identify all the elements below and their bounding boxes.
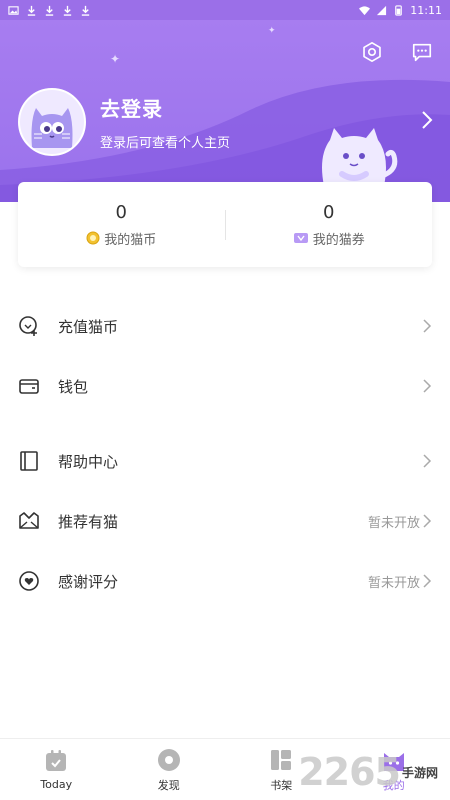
sparkle-decoration: ✦ bbox=[268, 26, 276, 36]
menu-status: 暂未开放 bbox=[367, 515, 420, 531]
ticket-icon bbox=[293, 233, 308, 243]
status-time: 11:11 bbox=[410, 3, 442, 17]
chevron-right-icon bbox=[423, 574, 432, 588]
avatar bbox=[18, 88, 86, 156]
help-book-icon bbox=[18, 450, 40, 472]
status-bar: 11:11 bbox=[0, 0, 450, 20]
my-tickets[interactable]: 0 我的猫券 bbox=[226, 202, 433, 248]
message-icon bbox=[412, 43, 432, 62]
bottom-nav: Today 发现 书架 我的 bbox=[0, 738, 450, 800]
menu-label: 推荐有猫 bbox=[58, 512, 119, 531]
battery-icon bbox=[395, 4, 403, 16]
chevron-right-icon bbox=[423, 379, 432, 393]
recommend-icon bbox=[18, 510, 40, 532]
tickets-label-row: 我的猫券 bbox=[293, 229, 365, 248]
menu-item-recharge[interactable]: 充值猫币 bbox=[0, 296, 450, 356]
chevron-right-icon bbox=[423, 514, 432, 528]
bookshelf-icon bbox=[268, 747, 294, 773]
wallet-icon bbox=[18, 375, 40, 397]
rating-icon bbox=[18, 570, 40, 592]
login-text: 去登录 登录后可查看个人主页 bbox=[100, 93, 230, 151]
image-icon bbox=[8, 5, 19, 15]
login-title: 去登录 bbox=[100, 97, 163, 121]
nav-tab-discover[interactable]: 发现 bbox=[113, 739, 226, 800]
coin-icon bbox=[86, 231, 100, 245]
menu-item-rating[interactable]: 感谢评分 暂未开放 bbox=[0, 551, 450, 611]
menu-item-help[interactable]: 帮助中心 bbox=[0, 431, 450, 491]
recharge-icon bbox=[18, 315, 40, 337]
chevron-right-icon bbox=[423, 319, 432, 333]
login-arrow-button[interactable] bbox=[420, 110, 434, 134]
settings-button[interactable] bbox=[360, 40, 384, 64]
profile-header: ✦ ✦ 去登录 登录后可查看个人主页 bbox=[0, 20, 450, 202]
menu-group-support: 帮助中心 推荐有猫 暂未开放 感谢评分 暂未开放 bbox=[0, 431, 450, 611]
my-coins[interactable]: 0 我的猫币 bbox=[18, 202, 225, 248]
menu-label: 钱包 bbox=[58, 377, 89, 396]
coins-label-row: 我的猫币 bbox=[86, 229, 156, 248]
calendar-icon bbox=[43, 748, 69, 774]
nav-tab-today[interactable]: Today bbox=[0, 739, 113, 800]
cat-profile-icon bbox=[381, 747, 407, 773]
assets-card: 0 我的猫币 0 我的猫券 bbox=[18, 182, 432, 267]
message-button[interactable] bbox=[410, 40, 434, 64]
menu-item-recommend[interactable]: 推荐有猫 暂未开放 bbox=[0, 491, 450, 551]
status-notifications bbox=[8, 5, 91, 16]
chevron-right-icon bbox=[423, 454, 432, 468]
nav-label: 我的 bbox=[382, 778, 405, 792]
sparkle-decoration: ✦ bbox=[110, 52, 121, 66]
wifi-icon bbox=[359, 5, 371, 15]
coins-label: 我的猫币 bbox=[104, 232, 157, 248]
nav-tab-mine[interactable]: 我的 bbox=[338, 739, 450, 800]
download-icon bbox=[63, 5, 72, 16]
nav-tab-bookshelf[interactable]: 书架 bbox=[225, 739, 338, 800]
menu-item-wallet[interactable]: 钱包 bbox=[0, 356, 450, 416]
nav-label: Today bbox=[40, 778, 73, 791]
cat-avatar-icon bbox=[31, 108, 73, 148]
tickets-value: 0 bbox=[323, 201, 335, 223]
login-subtitle: 登录后可查看个人主页 bbox=[100, 136, 231, 151]
login-entry[interactable]: 去登录 登录后可查看个人主页 bbox=[18, 88, 230, 156]
nav-label: 书架 bbox=[270, 778, 293, 792]
coins-value: 0 bbox=[115, 201, 127, 223]
discover-icon bbox=[156, 747, 182, 773]
signal-icon bbox=[377, 5, 387, 15]
header-actions bbox=[360, 40, 434, 64]
menu-label: 感谢评分 bbox=[58, 572, 119, 591]
tickets-label: 我的猫券 bbox=[312, 232, 365, 248]
download-icon bbox=[45, 5, 54, 16]
download-icon bbox=[27, 5, 36, 16]
menu-group-account: 充值猫币 钱包 bbox=[0, 296, 450, 416]
menu-status: 暂未开放 bbox=[367, 575, 420, 591]
nav-label: 发现 bbox=[157, 778, 180, 792]
chevron-right-icon bbox=[422, 111, 433, 129]
menu-label: 充值猫币 bbox=[58, 317, 119, 336]
download-icon bbox=[81, 5, 90, 16]
settings-icon bbox=[363, 42, 381, 62]
menu-label: 帮助中心 bbox=[58, 452, 119, 471]
status-system: 11:11 bbox=[359, 4, 442, 17]
